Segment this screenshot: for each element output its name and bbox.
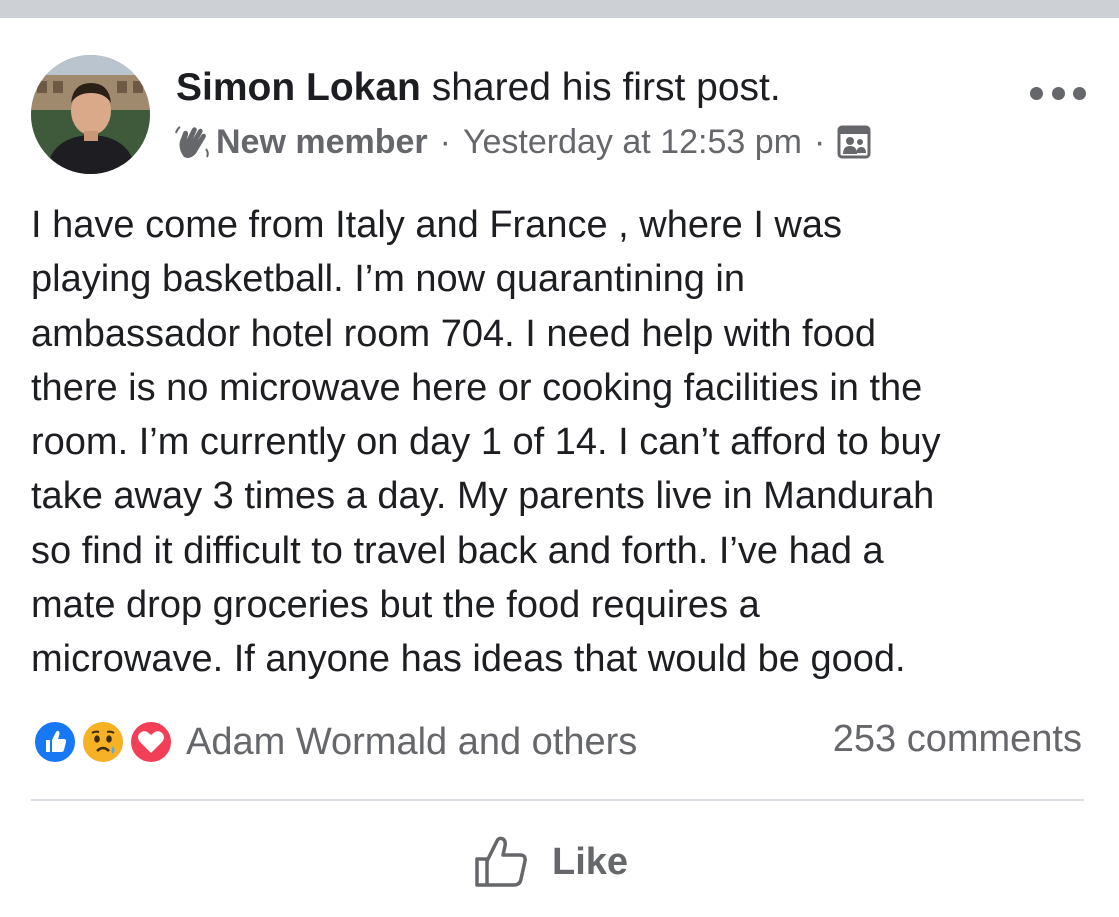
new-member-badge[interactable]: New member xyxy=(216,123,428,162)
post-text-line: I have come from Italy and France , wher… xyxy=(31,204,843,246)
more-dot xyxy=(1073,86,1086,100)
author-name[interactable]: Simon Lokan xyxy=(176,66,421,109)
meta-separator: · xyxy=(439,122,451,161)
author-action: shared his first post. xyxy=(431,66,781,109)
comments-count[interactable]: 253 comments xyxy=(833,718,1082,761)
like-reaction-icon xyxy=(32,719,78,765)
post-text-line: there is no microwave here or cooking fa… xyxy=(31,366,923,409)
meta-separator: · xyxy=(813,122,826,161)
post-text-line: room. I’m currently on day 1 of 14. I ca… xyxy=(31,421,941,464)
post-timestamp[interactable]: Yesterday at 12:53 pm xyxy=(463,123,802,162)
like-button[interactable]: Like xyxy=(472,830,628,894)
like-label: Like xyxy=(552,840,629,883)
love-reaction-icon xyxy=(128,719,174,765)
post-header-line: Simon Lokan shared his first post. xyxy=(176,65,781,111)
more-options-icon[interactable] xyxy=(1030,78,1086,108)
top-separator-bar xyxy=(0,0,1119,18)
more-dot xyxy=(1030,86,1043,100)
post-body: I have come from Italy and France , wher… xyxy=(31,198,1091,687)
wave-icon xyxy=(174,123,212,161)
action-divider xyxy=(31,799,1084,801)
author-avatar[interactable] xyxy=(31,55,150,174)
group-members-icon[interactable] xyxy=(837,125,871,159)
post-text-line: playing basketball. I’m now quarantining… xyxy=(31,258,745,301)
reactions-summary[interactable]: Adam Wormald and others xyxy=(32,717,637,767)
thumbs-up-icon xyxy=(475,836,527,887)
post-text-line: ambassador hotel room 704. I need help w… xyxy=(31,312,876,355)
reactors-text[interactable]: Adam Wormald and others xyxy=(186,721,637,764)
post-text-line: mate drop groceries but the food require… xyxy=(31,584,760,627)
avatar-photo xyxy=(31,55,150,174)
more-dot xyxy=(1051,86,1065,100)
sad-reaction-icon xyxy=(80,719,126,765)
post-meta: New member · Yesterday at 12:53 pm · xyxy=(174,121,871,163)
post-text-line: microwave. If anyone has ideas that woul… xyxy=(31,638,906,681)
reaction-icons xyxy=(32,717,182,767)
post-text-line: take away 3 times a day. My parents live… xyxy=(31,475,935,518)
post-text-line: so find it difficult to travel back and … xyxy=(31,529,884,572)
